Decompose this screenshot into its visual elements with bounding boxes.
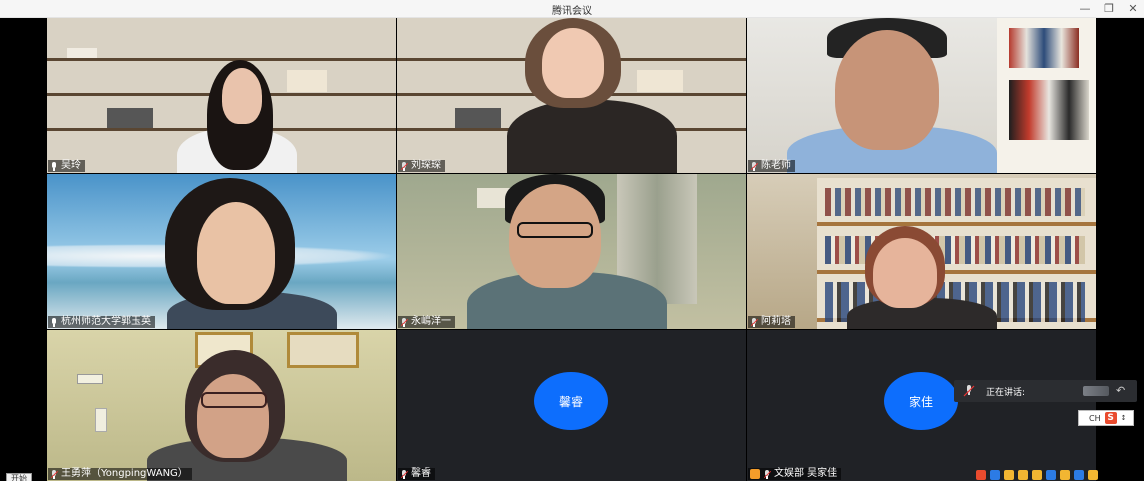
participant-name-tag: 王勇萍（YongpingWANG） xyxy=(48,468,192,480)
participant-name: 杭州师范大学郭玉英 xyxy=(61,316,151,327)
person-face xyxy=(197,202,275,304)
person-face xyxy=(835,30,939,150)
settings-icon[interactable] xyxy=(1088,469,1098,480)
keyboard-icon[interactable] xyxy=(1046,469,1056,480)
participant-avatar: 家佳 xyxy=(884,372,958,430)
title-bar: 腾讯会议 — ❐ ✕ xyxy=(0,0,1144,18)
microphone-icon xyxy=(50,317,58,327)
person-body xyxy=(507,100,677,173)
ime-logo-icon: S xyxy=(1104,412,1117,424)
speaking-indicator: 正在讲话: ↶ xyxy=(954,380,1137,402)
participant-name: 陈老师 xyxy=(761,160,791,171)
participant-name: 刘琛琛 xyxy=(411,160,441,171)
glasses-decor xyxy=(201,392,267,408)
microphone-muted-icon xyxy=(763,469,772,479)
person-face xyxy=(542,28,604,98)
participant-name: 永嶋洋一 xyxy=(411,316,451,327)
ime-toolbar[interactable]: CH S ↕ xyxy=(1078,410,1134,426)
participant-name: 阿莉塔 xyxy=(761,316,791,327)
glasses-decor xyxy=(517,222,593,238)
books-decor xyxy=(825,188,1085,216)
chinese-input-icon[interactable] xyxy=(990,469,1000,480)
participant-name-tag: 阿莉塔 xyxy=(748,316,795,328)
speaking-label: 正在讲话: xyxy=(986,387,1026,398)
participant-name-tag: 文娱部 吴家佳 xyxy=(748,468,842,480)
participant-name: 王勇萍（YongpingWANG） xyxy=(61,468,188,479)
box-decor xyxy=(67,48,97,58)
skin-icon[interactable] xyxy=(1060,469,1070,480)
microphone-muted-icon xyxy=(400,469,409,479)
monitor-decor xyxy=(107,108,153,128)
speaker-mic-icon xyxy=(963,385,975,397)
video-tile[interactable]: 阿莉塔 xyxy=(747,174,1096,329)
window-title: 腾讯会议 xyxy=(552,6,592,17)
video-grid: 吴玲 刘琛琛 陈老师 杭州师范大学郭玉英 永嶋洋一 阿莉塔 王勇萍（Yongpi… xyxy=(47,18,1097,481)
restore-button[interactable]: ❐ xyxy=(1102,1,1116,17)
participant-name-tag: 馨睿 xyxy=(398,468,435,480)
video-tile[interactable]: 王勇萍（YongpingWANG） xyxy=(47,330,396,481)
close-button[interactable]: ✕ xyxy=(1126,1,1140,17)
books-decor xyxy=(1009,28,1079,68)
participant-name-tag: 吴玲 xyxy=(48,160,85,172)
video-tile[interactable]: 刘琛琛 xyxy=(397,18,746,173)
picture-frame-decor xyxy=(287,332,359,368)
books-decor xyxy=(637,70,683,92)
speaker-volume-icon xyxy=(1083,386,1109,396)
video-tile[interactable]: 家佳 文娱部 吴家佳 xyxy=(747,330,1096,481)
video-tile[interactable]: 吴玲 xyxy=(47,18,396,173)
microphone-muted-icon xyxy=(50,469,59,479)
microphone-icon xyxy=(50,161,58,171)
emoji-icon[interactable] xyxy=(1018,469,1028,480)
window-controls: — ❐ ✕ xyxy=(1078,1,1140,17)
monitor-decor xyxy=(455,108,501,128)
person-face xyxy=(197,374,269,458)
microphone-muted-icon xyxy=(400,161,409,171)
ime-expand-icon[interactable]: ↕ xyxy=(1121,414,1127,422)
books-decor xyxy=(287,70,327,92)
start-button[interactable]: 开始 xyxy=(6,473,32,481)
microphone-muted-icon xyxy=(750,317,759,327)
participant-name: 文娱部 吴家佳 xyxy=(774,468,838,479)
tools-icon[interactable] xyxy=(1074,469,1084,480)
books-decor xyxy=(1009,80,1089,140)
shelf-decor xyxy=(47,58,396,61)
books-decor xyxy=(825,236,1085,264)
participant-name: 吴玲 xyxy=(61,160,81,171)
person-face xyxy=(873,238,937,308)
back-arrow-icon[interactable]: ↶ xyxy=(1116,385,1127,396)
meeting-window: 腾讯会议 — ❐ ✕ 吴玲 刘琛琛 陈老师 杭州师范大学郭玉英 永嶋洋一 阿莉塔… xyxy=(0,0,1144,481)
participant-name-tag: 陈老师 xyxy=(748,160,795,172)
video-tile[interactable]: 馨睿 馨睿 xyxy=(397,330,746,481)
microphone-muted-icon xyxy=(400,317,409,327)
minimize-button[interactable]: — xyxy=(1078,1,1092,17)
video-tile[interactable]: 陈老师 xyxy=(747,18,1096,173)
microphone-muted-icon xyxy=(750,161,759,171)
video-tile[interactable]: 永嶋洋一 xyxy=(397,174,746,329)
voice-icon[interactable] xyxy=(1032,469,1042,480)
participant-name-tag: 刘琛琛 xyxy=(398,160,445,172)
participant-avatar: 馨睿 xyxy=(534,372,608,430)
system-tray xyxy=(976,468,1141,481)
punctuation-icon[interactable] xyxy=(1004,469,1014,480)
thermostat-decor xyxy=(77,374,103,384)
participant-name: 馨睿 xyxy=(411,468,431,479)
ime-language-label: CH xyxy=(1089,413,1101,423)
sogou-icon[interactable] xyxy=(976,469,986,480)
person-face xyxy=(222,68,262,124)
video-tile[interactable]: 杭州师范大学郭玉英 xyxy=(47,174,396,329)
switch-decor xyxy=(95,408,107,432)
participant-name-tag: 杭州师范大学郭玉英 xyxy=(48,316,155,328)
participant-name-tag: 永嶋洋一 xyxy=(398,316,455,328)
host-badge-icon xyxy=(750,469,760,479)
